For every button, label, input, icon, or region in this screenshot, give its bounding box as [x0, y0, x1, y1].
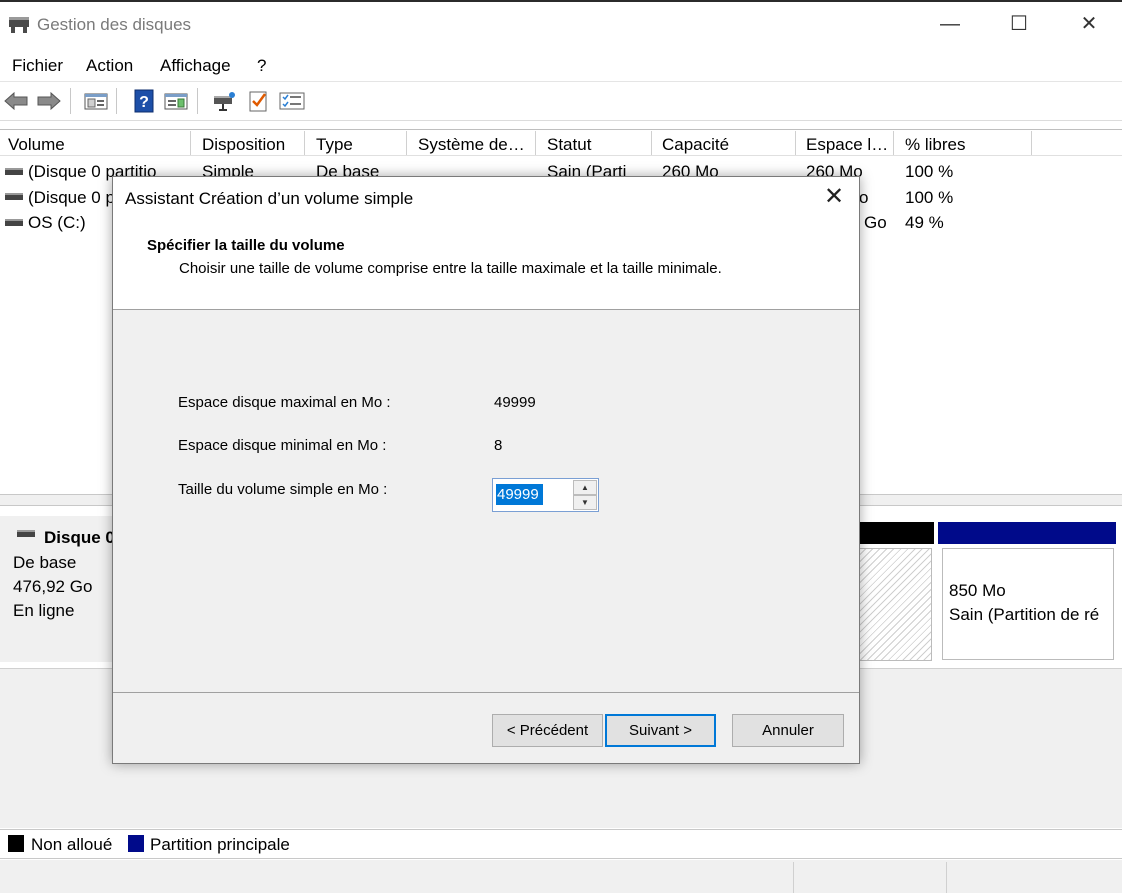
- unallocated-bar: [858, 522, 934, 544]
- partition-status: Sain (Partition de ré: [949, 605, 1100, 624]
- close-button[interactable]: ✕: [1066, 2, 1112, 46]
- checklist-icon[interactable]: [244, 88, 272, 114]
- recovery-partition-segment[interactable]: 850 Mo Sain (Partition de ré: [942, 548, 1114, 660]
- column-header-type[interactable]: Type: [308, 131, 407, 155]
- min-space-value: 8: [494, 437, 503, 454]
- row-volume[interactable]: OS (C:): [28, 213, 86, 233]
- max-space-value: 49999: [494, 394, 536, 411]
- unallocated-segment[interactable]: [858, 548, 932, 661]
- column-header-capacity[interactable]: Capacité: [654, 131, 796, 155]
- partition-size: 850 Mo: [949, 581, 1006, 600]
- disk-size: 476,92 Go: [13, 577, 93, 596]
- properties-icon[interactable]: [278, 88, 306, 114]
- status-bar-divider: [793, 862, 794, 893]
- connect-disk-icon[interactable]: [210, 88, 238, 114]
- disk-management-app-icon: [8, 14, 30, 34]
- spin-down-button[interactable]: ▼: [573, 495, 597, 510]
- spin-up-button[interactable]: ▲: [573, 480, 597, 495]
- row-percent-free: 49 %: [905, 213, 944, 232]
- back-arrow-icon[interactable]: [2, 88, 30, 114]
- column-header-percent-free[interactable]: % libres: [897, 131, 1032, 155]
- row-free-space: Go: [864, 213, 887, 232]
- disk-name: Disque 0: [44, 528, 115, 547]
- svg-text:?: ?: [139, 94, 149, 111]
- help-icon[interactable]: ?: [130, 88, 158, 114]
- dialog-separator: [113, 692, 859, 693]
- row-volume[interactable]: (Disque 0 p: [28, 188, 115, 208]
- wizard-step-heading: Spécifier la taille du volume: [147, 237, 345, 254]
- volume-size-label: Taille du volume simple en Mo :: [178, 481, 388, 498]
- action-pane-icon[interactable]: [162, 88, 190, 114]
- column-header-free-space[interactable]: Espace l…: [798, 131, 894, 155]
- legend-unallocated-label: Non alloué: [31, 835, 113, 854]
- toolbar-separator: [70, 88, 71, 114]
- volume-size-input[interactable]: 49999: [496, 484, 543, 505]
- drive-icon: [5, 168, 23, 175]
- status-bar: [0, 860, 1122, 893]
- max-space-label: Espace disque maximal en Mo :: [178, 394, 391, 411]
- min-space-label: Espace disque minimal en Mo :: [178, 437, 387, 454]
- legend-primary-swatch: [128, 835, 144, 852]
- column-header-filesystem[interactable]: Système de…: [410, 131, 536, 155]
- row-percent-free: 100 %: [905, 188, 954, 207]
- window-title: Gestion des disques: [37, 15, 192, 34]
- legend-primary-label: Partition principale: [150, 835, 290, 854]
- dialog-close-button[interactable]: ✕: [820, 183, 848, 211]
- drive-icon: [5, 193, 23, 200]
- next-button[interactable]: Suivant >: [605, 714, 716, 747]
- minimize-button[interactable]: —: [927, 2, 973, 46]
- row-percent-free: 100 %: [905, 162, 954, 181]
- drive-icon: [5, 219, 23, 226]
- disk-status: En ligne: [13, 601, 75, 620]
- menu-fichier[interactable]: Fichier: [12, 56, 63, 76]
- column-header-status[interactable]: Statut: [539, 131, 652, 155]
- toolbar-separator: [116, 88, 117, 114]
- previous-button[interactable]: < Précédent: [492, 714, 603, 747]
- console-tree-icon[interactable]: [82, 88, 110, 114]
- column-header-disposition[interactable]: Disposition: [194, 131, 305, 155]
- disk-type: De base: [13, 553, 77, 572]
- primary-partition-bar: [938, 522, 1116, 544]
- maximize-button[interactable]: ☐: [996, 2, 1042, 46]
- cancel-button[interactable]: Annuler: [732, 714, 844, 747]
- status-bar-divider: [946, 862, 947, 893]
- disk-icon: [17, 530, 35, 537]
- menu-help[interactable]: ?: [257, 56, 266, 76]
- forward-arrow-icon[interactable]: [35, 88, 63, 114]
- dialog-title: Assistant Création d’un volume simple: [125, 189, 414, 208]
- legend-unallocated-swatch: [8, 835, 24, 852]
- menu-affichage[interactable]: Affichage: [160, 56, 231, 76]
- column-header-volume[interactable]: Volume: [0, 131, 191, 155]
- row-free-space: o: [859, 188, 869, 207]
- menu-action[interactable]: Action: [86, 56, 133, 76]
- toolbar-separator: [197, 88, 198, 114]
- wizard-step-description: Choisir une taille de volume comprise en…: [179, 260, 722, 277]
